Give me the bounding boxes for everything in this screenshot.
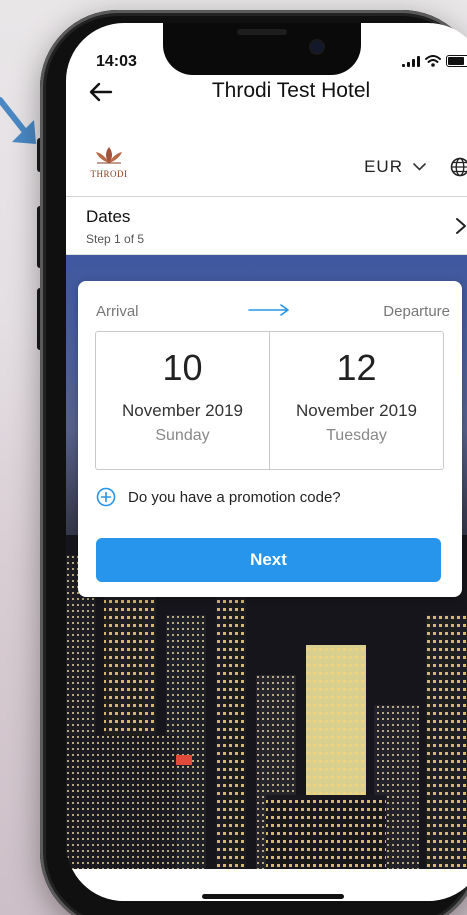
- arrival-date[interactable]: 10 November 2019 Sunday: [96, 332, 269, 469]
- page-title: Throdi Test Hotel: [211, 79, 371, 102]
- chevron-down-icon: [413, 163, 426, 171]
- promo-code-link[interactable]: Do you have a promotion code?: [96, 487, 341, 507]
- date-selection-card: Arrival Departure 10 November 2019 Sunda…: [78, 281, 462, 597]
- departure-date[interactable]: 12 November 2019 Tuesday: [269, 332, 443, 469]
- status-icons: [402, 55, 467, 67]
- arrival-label: Arrival: [96, 303, 139, 320]
- hotel-logo: THRODI: [86, 145, 132, 179]
- status-time: 14:03: [96, 53, 137, 70]
- logo-text: THRODI: [90, 169, 128, 179]
- home-indicator[interactable]: [202, 894, 344, 899]
- arrival-weekday: Sunday: [155, 427, 210, 444]
- departure-month-year: November 2019: [296, 401, 417, 420]
- departure-weekday: Tuesday: [326, 427, 387, 444]
- next-button[interactable]: Next: [96, 538, 441, 582]
- chevron-right-icon: [456, 218, 466, 234]
- departure-day: 12: [336, 347, 377, 388]
- currency-selector[interactable]: EUR: [364, 157, 426, 177]
- arrow-right-icon: [248, 304, 289, 316]
- speaker: [237, 29, 287, 35]
- promo-text: Do you have a promotion code?: [128, 488, 341, 506]
- lotus-logo-icon: [96, 147, 122, 164]
- brand-bar: THRODI EUR: [66, 135, 467, 197]
- signal-icon: [402, 55, 420, 67]
- step-title: Dates: [86, 207, 131, 226]
- currency-label: EUR: [364, 157, 403, 176]
- departure-label: Departure: [383, 303, 450, 320]
- battery-fill: [448, 57, 464, 65]
- wifi-icon: [425, 55, 441, 67]
- step-subtitle: Step 1 of 5: [86, 232, 145, 246]
- step-header[interactable]: Dates Step 1 of 5: [66, 197, 467, 255]
- notch: [163, 23, 361, 75]
- camera-icon: [311, 41, 323, 53]
- arrival-day: 10: [162, 347, 203, 388]
- battery-icon: [446, 55, 467, 67]
- arrival-month-year: November 2019: [122, 401, 243, 420]
- plus-circle-icon: [96, 487, 116, 507]
- date-range-box: 10 November 2019 Sunday 12 November 2019…: [95, 331, 444, 470]
- globe-icon[interactable]: [450, 157, 467, 177]
- app-screen: 14:03 Throdi Test Hotel THRODI EUR Dates…: [66, 23, 467, 901]
